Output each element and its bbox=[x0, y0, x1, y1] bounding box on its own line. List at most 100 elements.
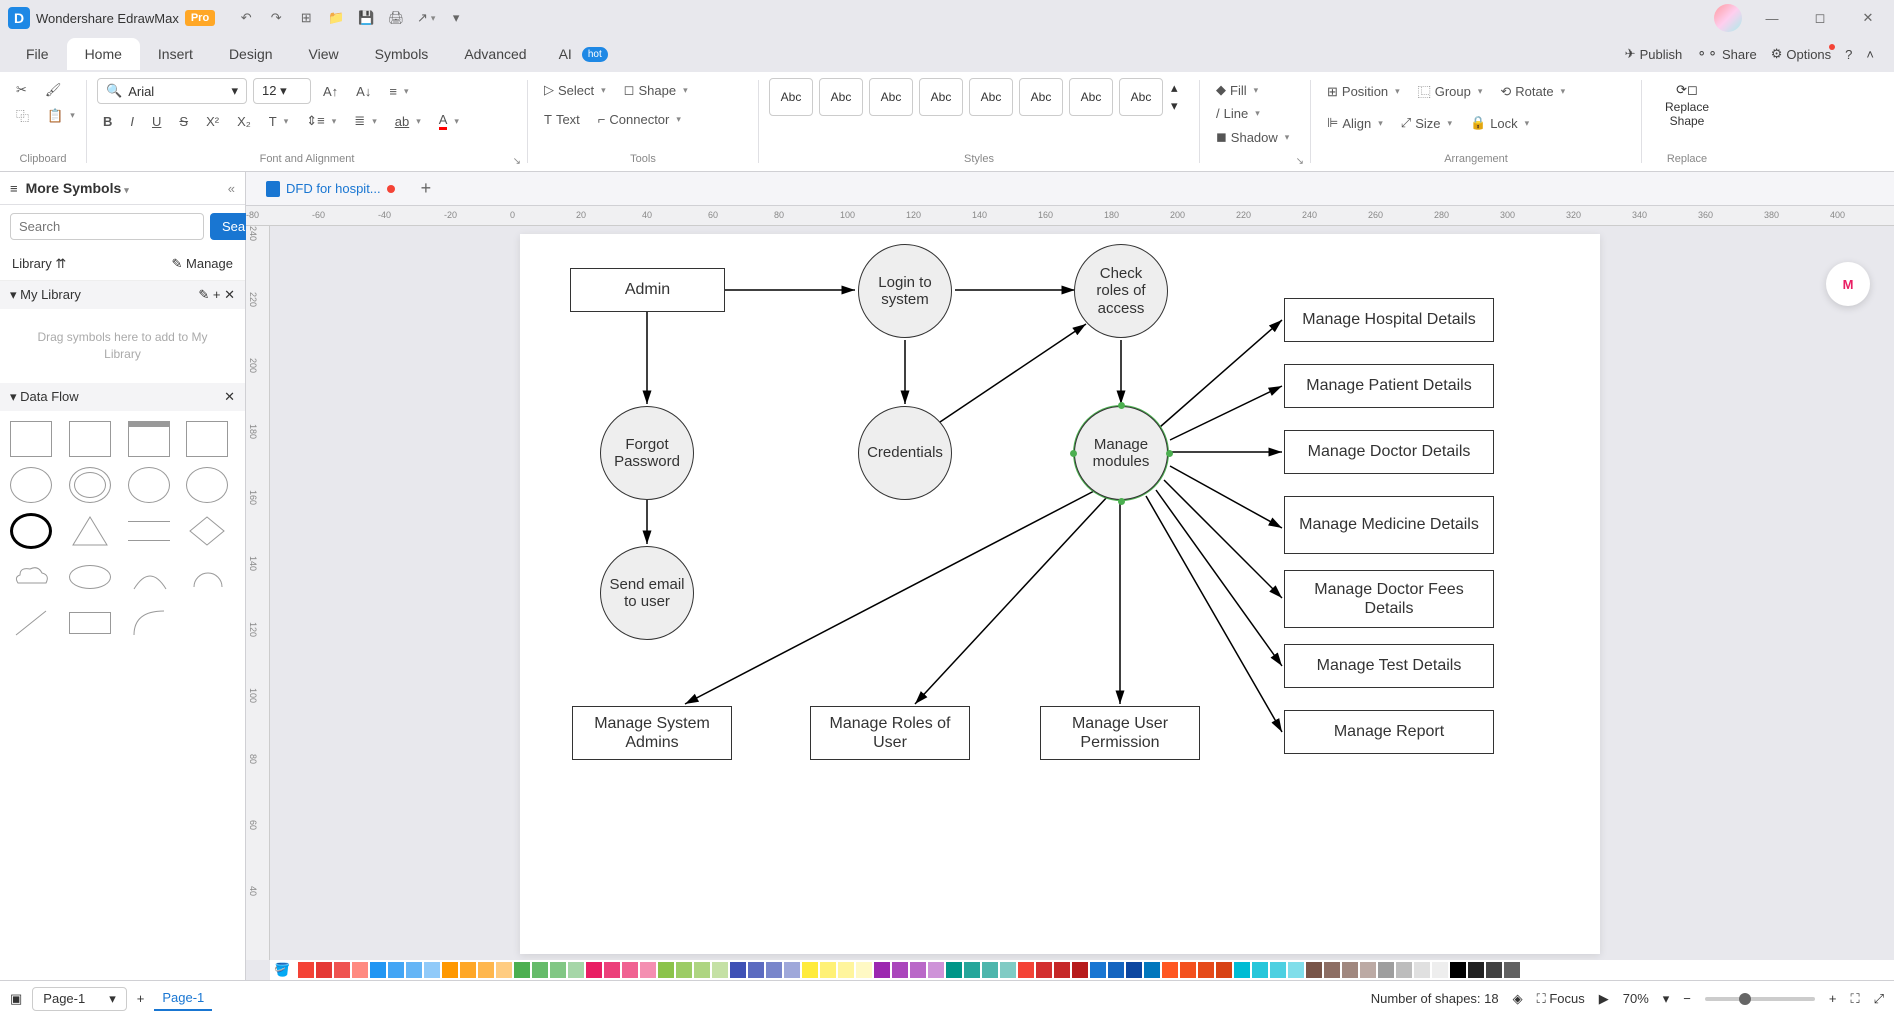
style-swatch[interactable]: Abc bbox=[969, 78, 1013, 116]
node-manage-doctor[interactable]: Manage Doctor Details bbox=[1284, 430, 1494, 474]
shape-line[interactable] bbox=[10, 605, 52, 641]
library-drop-zone[interactable]: Drag symbols here to add to My Library bbox=[0, 309, 245, 383]
color-swatch[interactable] bbox=[442, 962, 458, 978]
publish-link[interactable]: ✈Publish bbox=[1625, 46, 1683, 62]
help-button[interactable]: ? bbox=[1845, 47, 1852, 62]
page-dropdown[interactable]: Page-1▾ bbox=[32, 987, 126, 1011]
add-tab-button[interactable]: + bbox=[413, 178, 440, 199]
color-swatch[interactable] bbox=[1342, 962, 1358, 978]
node-admin[interactable]: Admin bbox=[570, 268, 725, 312]
shape-rect[interactable] bbox=[69, 421, 111, 457]
color-swatch[interactable] bbox=[568, 962, 584, 978]
position-button[interactable]: ⊞ Position bbox=[1321, 80, 1406, 104]
focus-button[interactable]: ⛶ Focus bbox=[1537, 991, 1585, 1007]
style-launcher[interactable]: ↘ bbox=[1296, 156, 1304, 167]
color-swatch[interactable] bbox=[1378, 962, 1394, 978]
group-button[interactable]: ⿺ Group bbox=[1412, 78, 1489, 105]
node-manage-user-permission[interactable]: Manage User Permission bbox=[1040, 706, 1200, 760]
new-button[interactable]: ⊞ bbox=[293, 5, 319, 31]
increase-font-button[interactable]: A↑ bbox=[317, 80, 344, 103]
pages-icon[interactable]: ▣ bbox=[10, 991, 22, 1007]
node-forgot-password[interactable]: Forgot Password bbox=[600, 406, 694, 500]
node-manage-report[interactable]: Manage Report bbox=[1284, 710, 1494, 754]
color-swatch[interactable] bbox=[1198, 962, 1214, 978]
color-swatch[interactable] bbox=[1306, 962, 1322, 978]
color-swatch[interactable] bbox=[982, 962, 998, 978]
add-lib-icon[interactable]: + bbox=[213, 287, 221, 302]
strikethrough-button[interactable]: S bbox=[173, 110, 194, 133]
color-swatch[interactable] bbox=[1180, 962, 1196, 978]
rotate-button[interactable]: ⟲ Rotate bbox=[1494, 80, 1571, 104]
decrease-font-button[interactable]: A↓ bbox=[350, 80, 377, 103]
zoom-in-button[interactable]: + bbox=[1829, 991, 1837, 1006]
color-swatch[interactable] bbox=[1396, 962, 1412, 978]
selection-handle[interactable] bbox=[1070, 450, 1077, 457]
color-swatch[interactable] bbox=[460, 962, 476, 978]
color-swatch[interactable] bbox=[946, 962, 962, 978]
menu-home[interactable]: Home bbox=[67, 38, 140, 70]
select-tool[interactable]: ▷ Select bbox=[538, 78, 612, 102]
library-link[interactable]: Library ⇈ bbox=[12, 256, 66, 272]
style-swatch[interactable]: Abc bbox=[819, 78, 863, 116]
bullets-button[interactable]: ≣ bbox=[348, 109, 382, 133]
color-swatch[interactable] bbox=[694, 962, 710, 978]
menu-symbols[interactable]: Symbols bbox=[357, 38, 447, 70]
color-swatch[interactable] bbox=[478, 962, 494, 978]
menu-design[interactable]: Design bbox=[211, 38, 291, 70]
italic-button[interactable]: I bbox=[124, 110, 140, 133]
shape-bold-circle[interactable] bbox=[10, 513, 52, 549]
selection-handle[interactable] bbox=[1166, 450, 1173, 457]
color-swatch[interactable] bbox=[1252, 962, 1268, 978]
color-swatch[interactable] bbox=[1414, 962, 1430, 978]
shape-diamond[interactable] bbox=[186, 513, 228, 549]
shape-parallel-lines[interactable] bbox=[128, 521, 170, 541]
styles-up[interactable]: ▴ bbox=[1171, 80, 1178, 96]
style-swatch[interactable]: Abc bbox=[769, 78, 813, 116]
paste-button[interactable]: 📋 bbox=[41, 104, 81, 128]
node-check-roles[interactable]: Check roles of access bbox=[1074, 244, 1168, 338]
line-button[interactable]: / Line bbox=[1210, 102, 1300, 125]
open-button[interactable]: 📁 bbox=[323, 5, 349, 31]
color-swatch[interactable] bbox=[1000, 962, 1016, 978]
shadow-button[interactable]: ◼ Shadow bbox=[1210, 125, 1300, 149]
color-swatch[interactable] bbox=[730, 962, 746, 978]
qat-more-button[interactable]: ▾ bbox=[443, 5, 469, 31]
selection-handle[interactable] bbox=[1118, 402, 1125, 409]
color-swatch[interactable] bbox=[1216, 962, 1232, 978]
node-manage-medicine[interactable]: Manage Medicine Details bbox=[1284, 496, 1494, 554]
node-manage-modules[interactable]: Manage modules bbox=[1074, 406, 1168, 500]
menu-advanced[interactable]: Advanced bbox=[446, 38, 544, 70]
close-section-icon[interactable]: ✕ bbox=[224, 389, 235, 405]
color-swatch[interactable] bbox=[1072, 962, 1088, 978]
page[interactable]: Admin Login to system Check roles of acc… bbox=[520, 234, 1600, 954]
menu-ai[interactable]: AI bbox=[553, 38, 578, 70]
hamburger-icon[interactable]: ≡ bbox=[10, 181, 18, 196]
shape-ellipse[interactable] bbox=[69, 565, 111, 589]
shape-circle[interactable] bbox=[10, 467, 52, 503]
color-swatch[interactable] bbox=[1324, 962, 1340, 978]
node-manage-roles[interactable]: Manage Roles of User bbox=[810, 706, 970, 760]
color-swatch[interactable] bbox=[1432, 962, 1448, 978]
node-manage-patient[interactable]: Manage Patient Details bbox=[1284, 364, 1494, 408]
text-tool[interactable]: T Text bbox=[538, 108, 586, 131]
copy-button[interactable]: ⿻ bbox=[10, 102, 35, 129]
color-swatch[interactable] bbox=[334, 962, 350, 978]
color-swatch[interactable] bbox=[856, 962, 872, 978]
export-button[interactable]: ↗ bbox=[413, 5, 439, 31]
document-tab[interactable]: DFD for hospit... bbox=[256, 177, 405, 201]
node-credentials[interactable]: Credentials bbox=[858, 406, 952, 500]
color-swatch[interactable] bbox=[892, 962, 908, 978]
color-swatch[interactable] bbox=[1144, 962, 1160, 978]
selection-handle[interactable] bbox=[1118, 498, 1125, 505]
styles-down[interactable]: ▾ bbox=[1171, 98, 1178, 114]
color-swatch[interactable] bbox=[1468, 962, 1484, 978]
font-combo[interactable]: 🔍Arial▾ bbox=[97, 78, 247, 104]
share-link[interactable]: ⚬⚬Share bbox=[1696, 46, 1757, 62]
fill-picker-icon[interactable]: 🪣 bbox=[274, 962, 292, 978]
color-swatch[interactable] bbox=[550, 962, 566, 978]
line-spacing-button[interactable]: ⇕≡ bbox=[300, 109, 342, 133]
color-swatch[interactable] bbox=[586, 962, 602, 978]
color-swatch[interactable] bbox=[406, 962, 422, 978]
color-swatch[interactable] bbox=[1234, 962, 1250, 978]
color-swatch[interactable] bbox=[928, 962, 944, 978]
